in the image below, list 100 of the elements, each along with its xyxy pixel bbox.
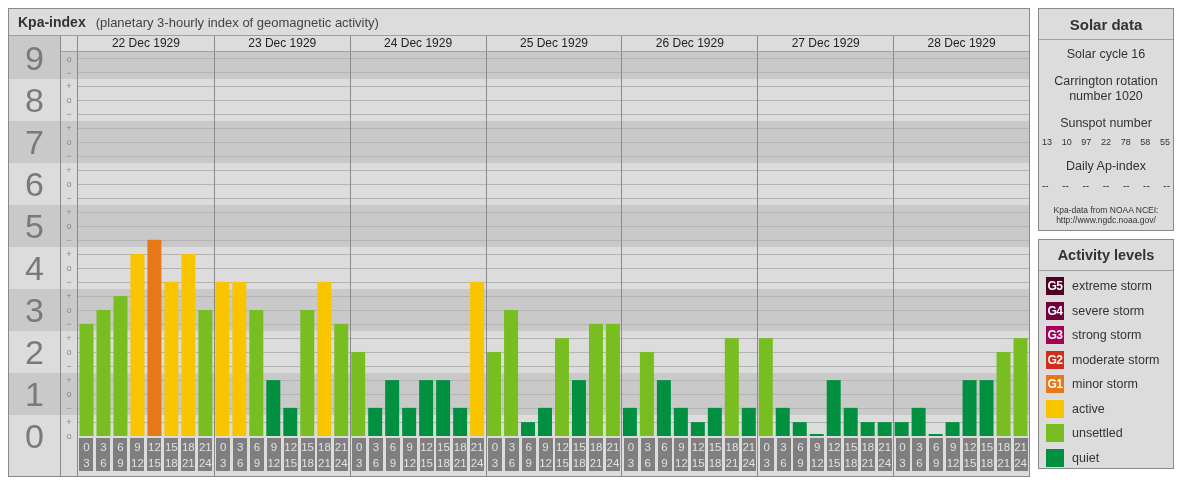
hour-label: 21 24	[334, 438, 349, 471]
kp-bar	[877, 422, 892, 436]
kp-bar	[385, 380, 400, 436]
kp-bar	[622, 407, 637, 436]
level-badge: G4	[1046, 301, 1064, 320]
hour-label: 21 24	[1013, 438, 1028, 471]
y-axis-label: 8	[24, 79, 45, 121]
kp-bar	[419, 380, 434, 436]
hour-label: 9 12	[130, 438, 145, 471]
source-link[interactable]: http://www.ngdc.noaa.gov/	[1056, 215, 1156, 225]
hour-label: 6 9	[385, 438, 400, 471]
hour-label: 0 3	[623, 438, 638, 471]
level-label: minor storm	[1072, 377, 1138, 391]
sunspot-heading: Sunspot number	[1060, 116, 1152, 131]
level-label: active	[1072, 401, 1105, 416]
y-axis-label: 0	[24, 415, 45, 457]
kp-bar	[453, 407, 468, 436]
panel-title: Solar data	[1069, 15, 1143, 33]
minor-tick-label: +	[65, 247, 73, 261]
kp-bar	[690, 422, 705, 436]
sunspot-value: 78	[1120, 137, 1131, 147]
kp-bar	[860, 422, 875, 436]
hour-label: 0 3	[759, 438, 774, 471]
hour-label: 6 9	[521, 438, 536, 471]
level-badge: G2	[1046, 350, 1064, 369]
hour-label: 12 15	[691, 438, 706, 471]
hour-label: 9 12	[946, 438, 961, 471]
ap-index-value: --	[1102, 180, 1110, 191]
kp-bar	[436, 380, 451, 436]
hour-label: 0 3	[79, 438, 94, 471]
minor-tick-label: −	[65, 107, 73, 121]
hour-label: 0 3	[352, 438, 367, 471]
date-label: 28 Dec 1929	[927, 36, 996, 51]
minor-tick-label: +	[65, 415, 73, 429]
minor-tick-label: +	[65, 373, 73, 387]
kp-bar	[843, 407, 858, 436]
level-badge: G5	[1046, 277, 1064, 295]
kp-bar	[572, 380, 586, 436]
hour-label: 12 15	[827, 438, 842, 471]
kp-bar	[826, 380, 841, 436]
minor-tick-label: o	[65, 93, 73, 107]
kp-bar	[402, 407, 417, 436]
kp-bar	[266, 380, 281, 436]
hour-label: 0 3	[488, 438, 502, 471]
minor-tick-label: −	[65, 233, 73, 247]
hour-label: 15 18	[300, 438, 315, 471]
sunspot-value: 22	[1100, 137, 1111, 147]
ap-index-value: --	[1122, 180, 1130, 191]
hour-label: 18 21	[860, 438, 875, 471]
hour-label: 6 9	[657, 438, 672, 471]
minor-tick-label: o	[65, 429, 73, 443]
minor-tick-label: +	[65, 121, 73, 135]
chart-title: Kpa-index	[18, 14, 86, 30]
ap-index-heading: Daily Ap-index	[1066, 159, 1146, 174]
y-axis-label: 2	[24, 331, 45, 373]
hour-label: 12 15	[963, 438, 977, 471]
hour-label: 12 15	[555, 438, 570, 471]
hour-label: 9 12	[674, 438, 689, 471]
hour-label: 3 6	[640, 438, 655, 471]
minor-tick-label: −	[65, 275, 73, 289]
hour-label: 6 9	[249, 438, 264, 471]
ap-index-value: --	[1143, 180, 1150, 191]
hour-label: 18 21	[589, 438, 604, 471]
kp-bar	[656, 380, 671, 436]
sunspot-value: 55	[1159, 137, 1170, 147]
date-label: 22 Dec 1929	[111, 36, 180, 51]
hour-label: 9 12	[402, 438, 417, 471]
kp-bar	[707, 407, 722, 436]
kp-bar	[792, 422, 807, 436]
source-note: Kpa-data from NOAA NCEI:	[1053, 205, 1159, 215]
hour-label: 6 9	[793, 438, 808, 471]
hour-label: 0 3	[895, 438, 910, 471]
hour-label: 6 9	[929, 438, 944, 471]
hour-label: 3 6	[96, 438, 111, 471]
hour-label: 18 21	[725, 438, 739, 471]
date-label: 26 Dec 1929	[655, 36, 724, 51]
sunspot-value: 97	[1081, 137, 1092, 147]
chart-subtitle: (planetary 3-hourly index of geomagnetic activity)	[95, 14, 379, 30]
ap-index-value: --	[1082, 180, 1090, 191]
hour-label: 12 15	[419, 438, 434, 471]
hour-label: 18 21	[996, 438, 1011, 471]
minor-tick-label: −	[65, 67, 73, 80]
date-label: 25 Dec 1929	[519, 36, 588, 51]
y-axis-label: 4	[24, 247, 45, 289]
hour-label: 9 12	[266, 438, 281, 471]
level-badge: G1	[1046, 375, 1064, 393]
sunspot-value: 58	[1140, 137, 1151, 147]
minor-tick-label: −	[65, 149, 73, 163]
date-label: 23 Dec 1929	[248, 36, 317, 51]
minor-tick-label: +	[65, 289, 73, 303]
kp-bar	[673, 407, 688, 436]
minor-tick-label: +	[65, 79, 73, 93]
minor-tick-label: +	[65, 163, 73, 177]
hour-label: 15 18	[436, 438, 451, 471]
level-badge: G3	[1046, 326, 1064, 344]
kp-bar	[368, 407, 383, 436]
hour-label: 3 6	[368, 438, 383, 471]
hour-label: 3 6	[776, 438, 791, 471]
hour-label: 9 12	[810, 438, 825, 471]
hour-label: 9 12	[538, 438, 553, 471]
